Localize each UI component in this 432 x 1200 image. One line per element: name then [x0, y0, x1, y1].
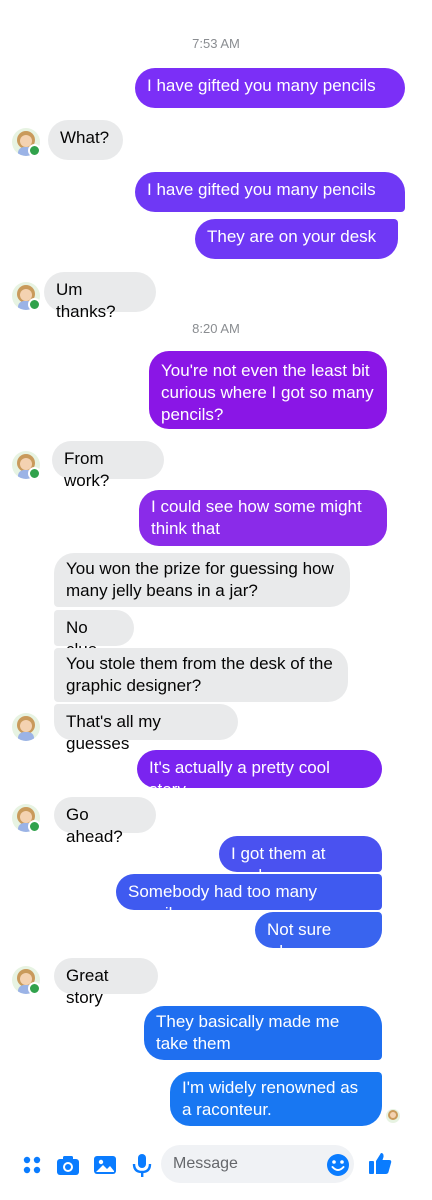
- message-incoming[interactable]: Um thanks?: [44, 272, 156, 321]
- online-status-icon: [28, 298, 41, 311]
- message-outgoing[interactable]: I have gifted you many pencils: [135, 68, 405, 108]
- message-outgoing[interactable]: I'm widely renowned as a raconteur.: [170, 1072, 382, 1126]
- message-incoming[interactable]: You won the prize for guessing how many …: [54, 553, 350, 607]
- composer-bar: Message: [0, 1140, 432, 1200]
- message-outgoing[interactable]: I could see how some might think that: [139, 490, 387, 546]
- apps-icon[interactable]: [19, 1152, 45, 1178]
- message-outgoing[interactable]: I got them at work.: [219, 836, 382, 885]
- message-outgoing[interactable]: Somebody had too many pencils: [116, 874, 382, 923]
- emoji-icon[interactable]: [325, 1152, 351, 1178]
- message-incoming[interactable]: No clue: [54, 610, 134, 659]
- message-incoming[interactable]: That's all my guesses: [54, 704, 238, 753]
- timestamp: 8:20 AM: [192, 321, 240, 336]
- contact-avatar[interactable]: [12, 713, 40, 741]
- avatar-image: [12, 713, 40, 741]
- message-outgoing[interactable]: They are on your desk: [195, 219, 398, 259]
- message-incoming[interactable]: Great story: [54, 958, 158, 1007]
- message-incoming[interactable]: What?: [48, 120, 123, 160]
- conversation: 7:53 AM I have gifted you many pencils W…: [0, 0, 432, 1140]
- message-incoming[interactable]: From work?: [52, 441, 164, 490]
- like-icon[interactable]: [367, 1150, 393, 1176]
- message-outgoing[interactable]: They basically made me take them: [144, 1006, 382, 1060]
- online-status-icon: [28, 144, 41, 157]
- online-status-icon: [28, 467, 41, 480]
- online-status-icon: [28, 820, 41, 833]
- seen-avatar-icon: [386, 1109, 400, 1123]
- online-status-icon: [28, 982, 41, 995]
- contact-avatar[interactable]: [12, 451, 41, 480]
- message-placeholder: Message: [173, 1155, 238, 1172]
- camera-icon[interactable]: [55, 1152, 81, 1178]
- message-outgoing[interactable]: Not sure who.: [255, 912, 382, 961]
- message-outgoing[interactable]: You're not even the least bit curious wh…: [149, 351, 387, 429]
- contact-avatar[interactable]: [12, 804, 41, 833]
- contact-avatar[interactable]: [12, 128, 41, 157]
- message-incoming[interactable]: Go ahead?: [54, 797, 156, 846]
- message-outgoing[interactable]: I have gifted you many pencils: [135, 172, 405, 212]
- contact-avatar[interactable]: [12, 966, 41, 995]
- message-outgoing[interactable]: It's actually a pretty cool story: [137, 750, 382, 799]
- timestamp: 7:53 AM: [192, 36, 240, 51]
- contact-avatar[interactable]: [12, 282, 41, 311]
- message-incoming[interactable]: You stole them from the desk of the grap…: [54, 648, 348, 702]
- gallery-icon[interactable]: [92, 1152, 118, 1178]
- microphone-icon[interactable]: [129, 1152, 155, 1178]
